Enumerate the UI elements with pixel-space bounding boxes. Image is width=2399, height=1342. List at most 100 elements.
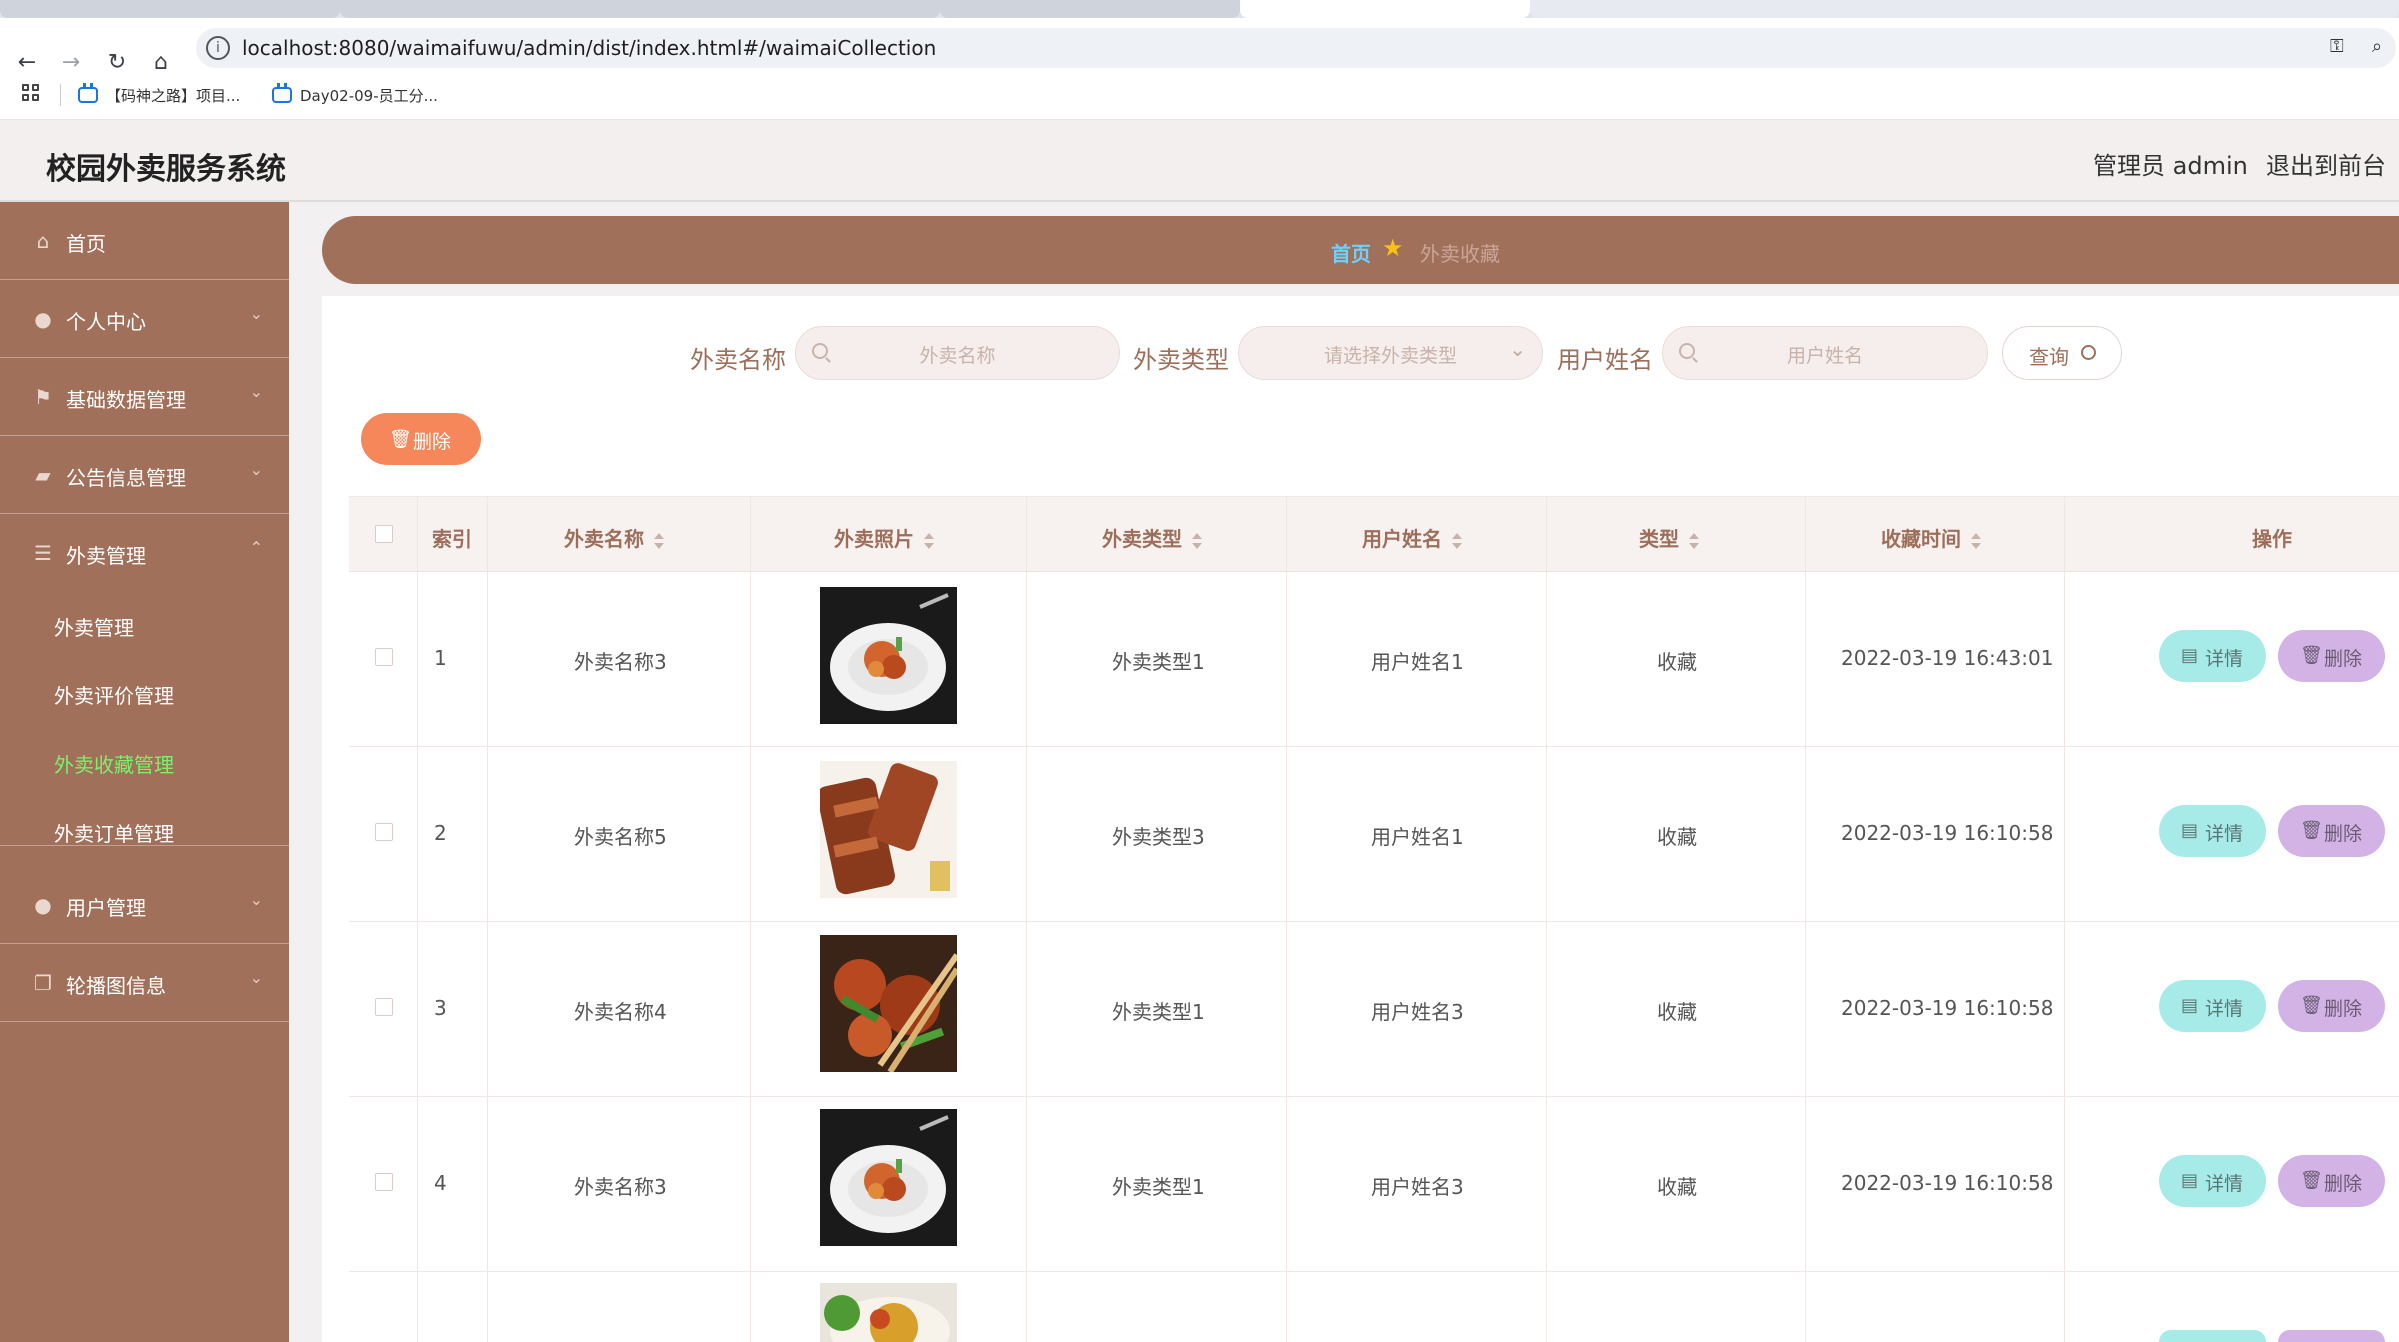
table-row[interactable]: 2 外卖名称5 外卖类型3 用户姓名1 收藏 2022-03-19 16:10:… (349, 747, 2399, 922)
browser-tab-active[interactable] (1240, 0, 1530, 18)
table-row[interactable]: 3 外卖名称4 外卖类型1 用户姓名3 收藏 2022-03-19 16:10:… (349, 922, 2399, 1097)
key-icon[interactable]: ⚿ (2330, 36, 2344, 57)
cell-kind: 收藏 (1657, 1000, 1697, 1024)
submenu-item-reviews[interactable]: 外卖评价管理 (54, 680, 174, 709)
sidebar-item-personal-center[interactable]: ● 个人中心 ⌄ (0, 280, 289, 358)
sort-icon[interactable] (1689, 532, 1699, 549)
browser-tab[interactable] (1530, 0, 2399, 18)
column-header-kind[interactable]: 类型 (1639, 523, 1699, 552)
row-checkbox[interactable] (375, 823, 393, 841)
takeout-type-select[interactable]: 请选择外卖类型 ⌄ (1238, 326, 1543, 380)
row-checkbox[interactable] (375, 648, 393, 666)
home-icon[interactable]: ⌂ (148, 50, 174, 76)
column-header-type[interactable]: 外卖类型 (1102, 523, 1202, 552)
bulk-delete-button[interactable]: 🗑 删除 (361, 413, 481, 465)
sidebar-item-base-data[interactable]: ⚑ 基础数据管理 ⌄ (0, 358, 289, 436)
user-name-input[interactable]: 用户姓名 (1662, 326, 1988, 380)
sort-icon[interactable] (924, 532, 934, 549)
plated-dish-image (820, 587, 957, 724)
bookmark-item[interactable]: 【码神之路】项目... (78, 83, 240, 106)
exit-to-frontend-link[interactable]: 退出到前台 (2266, 146, 2386, 181)
column-header-user[interactable]: 用户姓名 (1362, 523, 1462, 552)
cell-type: 外卖类型3 (1112, 825, 1205, 849)
delete-button[interactable]: 🗑 删除 (2278, 630, 2385, 682)
sidebar-item-carousel[interactable]: ❐ 轮播图信息 ⌄ (0, 944, 289, 1022)
sidebar-item-home[interactable]: ⌂ 首页 (0, 202, 289, 280)
user-icon: ● (34, 893, 52, 917)
food-photo-partial[interactable] (820, 1283, 957, 1342)
column-header-photo[interactable]: 外卖照片 (834, 523, 934, 552)
select-all-checkbox[interactable] (375, 525, 393, 543)
search-icon (2081, 345, 2096, 360)
column-header-name[interactable]: 外卖名称 (564, 523, 664, 552)
sort-icon[interactable] (1971, 532, 1981, 549)
takeout-name-input[interactable]: 外卖名称 (795, 326, 1120, 380)
sidebar-item-notices[interactable]: ▰ 公告信息管理 ⌄ (0, 436, 289, 514)
breadcrumb: 首页 ★ 外卖收藏 (322, 216, 2399, 284)
cell-user: 用户姓名3 (1371, 1000, 1464, 1024)
bookmark-site-icon (78, 83, 98, 103)
apps-grid-icon[interactable] (22, 84, 40, 102)
chevron-down-icon: ⌄ (249, 460, 263, 479)
detail-button[interactable]: ▤ 详情 (2159, 805, 2266, 857)
delete-button[interactable] (2278, 1330, 2385, 1342)
sidebar-item-label: 用户管理 (66, 896, 146, 920)
filter-type-label: 外卖类型 (1133, 346, 1229, 374)
submenu-item-takeout[interactable]: 外卖管理 (54, 612, 134, 641)
forward-icon[interactable]: → (58, 50, 84, 76)
breadcrumb-home[interactable]: 首页 (1331, 238, 1371, 267)
browser-tab[interactable] (0, 0, 340, 18)
detail-button[interactable]: ▤ 详情 (2159, 1155, 2266, 1207)
cell-index: 2 (434, 821, 447, 845)
url-text[interactable]: localhost:8080/waimaifuwu/admin/dist/ind… (242, 36, 936, 60)
url-field[interactable]: i localhost:8080/waimaifuwu/admin/dist/i… (196, 28, 2396, 68)
table-row[interactable]: 4 外卖名称3 外卖类型1 用户姓名3 收藏 2022-03-19 16:10:… (349, 1097, 2399, 1272)
delete-button[interactable]: 🗑 删除 (2278, 1155, 2385, 1207)
food-photo-stir-fry[interactable] (820, 935, 957, 1072)
food-photo-roast-meat[interactable] (820, 761, 957, 898)
cell-time: 2022-03-19 16:10:58 (1841, 996, 2054, 1020)
detail-button[interactable]: ▤ 详情 (2159, 630, 2266, 682)
column-header-index: 索引 (432, 527, 472, 551)
row-checkbox[interactable] (375, 998, 393, 1016)
back-icon[interactable]: ← (14, 50, 40, 76)
browser-tab[interactable] (940, 0, 1240, 18)
document-icon: ▤ (2181, 995, 2199, 1016)
sort-icon[interactable] (1452, 532, 1462, 549)
trash-icon: 🗑 (2300, 1170, 2323, 1191)
cell-name: 外卖名称4 (574, 1000, 667, 1024)
column-header-label: 类型 (1639, 527, 1679, 551)
bookmark-item[interactable]: Day02-09-员工分... (272, 83, 438, 106)
row-checkbox[interactable] (375, 1173, 393, 1191)
chevron-up-icon: ⌃ (249, 538, 263, 557)
delete-button[interactable]: 🗑 删除 (2278, 980, 2385, 1032)
browser-tab[interactable] (340, 0, 940, 18)
plated-dish-image (820, 1109, 957, 1246)
query-button[interactable]: 查询 (2002, 326, 2122, 380)
submenu-item-orders[interactable]: 外卖订单管理 (54, 818, 174, 847)
user-icon: ● (34, 307, 52, 331)
detail-button[interactable]: ▤ 详情 (2159, 980, 2266, 1032)
cell-name: 外卖名称5 (574, 825, 667, 849)
submenu-item-favorites[interactable]: 外卖收藏管理 (54, 749, 174, 778)
reload-icon[interactable]: ↻ (104, 50, 130, 76)
detail-button[interactable] (2159, 1330, 2266, 1342)
sort-icon[interactable] (654, 532, 664, 549)
cell-kind: 收藏 (1657, 1175, 1697, 1199)
info-icon[interactable]: i (206, 36, 230, 60)
delete-button[interactable]: 🗑 删除 (2278, 805, 2385, 857)
zoom-icon[interactable]: ⌕ (2372, 36, 2382, 57)
food-photo-plated-dish[interactable] (820, 1109, 957, 1246)
sort-icon[interactable] (1192, 532, 1202, 549)
query-button-label: 查询 (2029, 345, 2069, 369)
table-row[interactable]: 1 外卖名称3 外卖类型1 用户姓名1 收藏 2022-03-19 16:43:… (349, 572, 2399, 747)
sidebar-item-users[interactable]: ● 用户管理 ⌄ (0, 866, 289, 944)
copy-icon: ❐ (34, 971, 52, 995)
table-row[interactable] (349, 1272, 2399, 1342)
food-photo-plated-dish[interactable] (820, 587, 957, 724)
flag-icon: ⚑ (34, 385, 52, 409)
detail-button-label: 详情 (2205, 648, 2244, 670)
chevron-down-icon: ⌄ (1509, 337, 1526, 361)
column-header-time[interactable]: 收藏时间 (1881, 523, 1981, 552)
cell-index: 3 (434, 996, 447, 1020)
